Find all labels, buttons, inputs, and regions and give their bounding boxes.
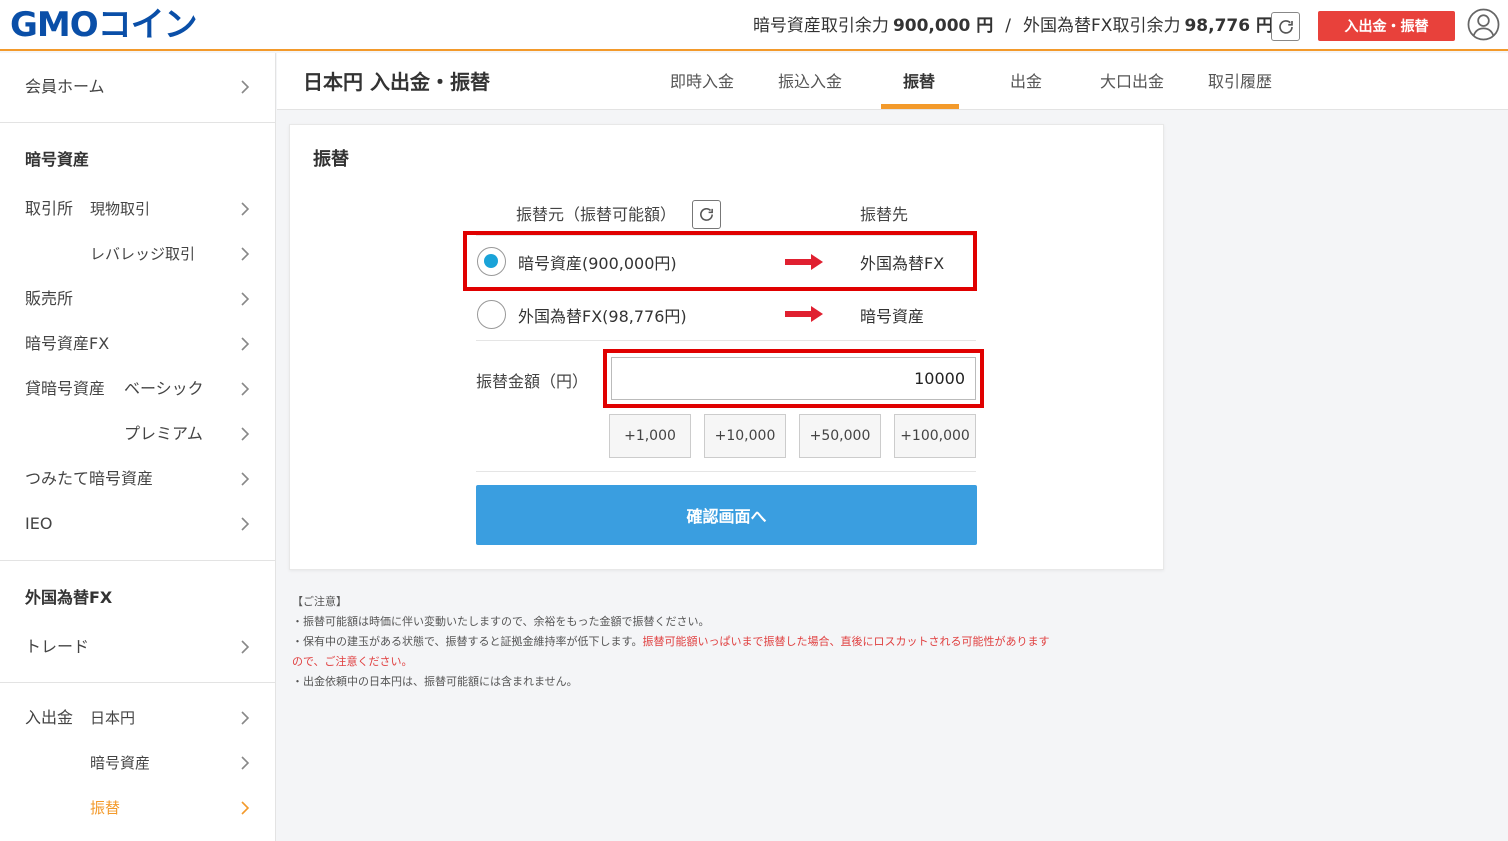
- radio-fx-to-crypto[interactable]: [477, 300, 506, 329]
- sidebar-item-ieo[interactable]: IEO: [0, 504, 276, 544]
- option-dest-crypto: 暗号資産: [860, 307, 925, 326]
- tab-instant-deposit[interactable]: 即時入金: [670, 68, 734, 110]
- source-header: 振替元（振替可能額）: [516, 205, 677, 224]
- sidebar-item-sublabel: ベーシック: [124, 379, 204, 398]
- chevron-right-icon: [240, 189, 254, 229]
- sidebar-item-transfer[interactable]: 振替: [0, 788, 276, 828]
- chevron-right-icon: [240, 788, 254, 828]
- sidebar-item-label: 会員ホーム: [25, 77, 105, 96]
- page-title: 日本円 入出金・振替: [303, 70, 490, 94]
- arrow-right-icon: [785, 306, 823, 322]
- add-1000-button[interactable]: +1,000: [609, 414, 691, 458]
- sidebar-item-dealer[interactable]: 販売所: [0, 279, 276, 319]
- chevron-right-icon: [240, 67, 254, 107]
- sidebar-item-label: 販売所: [25, 289, 74, 308]
- sidebar-item-sublabel: 振替: [90, 799, 121, 817]
- sidebar-heading-fx: 外国為替FX: [25, 588, 113, 607]
- chevron-right-icon: [240, 459, 254, 499]
- sidebar-item-label: 取引所: [25, 199, 74, 218]
- sidebar-item-lending-premium[interactable]: プレミアム: [0, 414, 276, 454]
- sidebar-item-home[interactable]: 会員ホーム: [0, 67, 276, 107]
- sidebar-item-tsumitate[interactable]: つみたて暗号資産: [0, 459, 276, 499]
- sidebar-item-sublabel: 日本円: [90, 709, 136, 727]
- balance-summary: 暗号資産取引余力 900,000 円 / 外国為替FX取引余力 98,776 円: [753, 14, 1273, 38]
- deposit-transfer-button[interactable]: 入出金・振替: [1318, 11, 1455, 41]
- balance-refresh-button[interactable]: [1271, 12, 1300, 41]
- row-divider: [476, 471, 976, 472]
- note-warning-text: 振替可能額いっぱいまで振替した場合、直後にロスカットされる可能性があります: [642, 635, 1050, 648]
- sidebar-item-sublabel: 暗号資産: [90, 754, 151, 772]
- tab-withdraw[interactable]: 出金: [1010, 68, 1042, 110]
- sidebar-item-exchange-spot[interactable]: 取引所 現物取引: [0, 189, 276, 229]
- add-50000-button[interactable]: +50,000: [799, 414, 881, 458]
- sidebar-item-label: トレード: [25, 637, 90, 656]
- sidebar-item-label: つみたて暗号資産: [25, 469, 154, 488]
- sidebar-item-label: 暗号資産FX: [25, 334, 110, 353]
- sidebar-item-trade[interactable]: トレード: [0, 627, 276, 667]
- sidebar-item-sublabel: 現物取引: [90, 200, 151, 218]
- card-title: 振替: [313, 149, 349, 170]
- sidebar-divider: [0, 682, 276, 683]
- page-title-bar: 日本円 入出金・振替 即時入金 振込入金 振替 出金 大口出金 取引履歴: [277, 53, 1508, 110]
- sidebar-item-leverage[interactable]: レバレッジ取引: [0, 234, 276, 274]
- option-label-fx[interactable]: 外国為替FX(98,776円): [518, 303, 687, 327]
- highlight-box-option: [463, 231, 977, 291]
- chevron-right-icon: [240, 504, 254, 544]
- available-refresh-button[interactable]: [692, 200, 721, 229]
- add-10000-button[interactable]: +10,000: [704, 414, 786, 458]
- dest-header: 振替先: [860, 205, 909, 224]
- chevron-right-icon: [240, 324, 254, 364]
- sidebar-item-deposit-crypto[interactable]: 暗号資産: [0, 743, 276, 783]
- chevron-right-icon: [240, 414, 254, 454]
- gmo-coin-logo[interactable]: GMOコイン: [10, 6, 198, 44]
- sidebar-item-lending-basic[interactable]: 貸暗号資産 ベーシック: [0, 369, 276, 409]
- notes-section: 【ご注意】 ・振替可能額は時価に伴い変動いたしますので、余裕をもった金額で振替く…: [292, 592, 1162, 692]
- tab-large-withdraw[interactable]: 大口出金: [1100, 68, 1164, 110]
- account-icon[interactable]: [1467, 8, 1500, 41]
- sidebar-item-label: 入出金: [25, 708, 74, 727]
- sidebar-divider: [0, 560, 276, 561]
- sidebar-item-deposit-jpy[interactable]: 入出金 日本円: [0, 698, 276, 738]
- note-text: ・保有中の建玉がある状態で、振替すると証拠金維持率が低下します。: [292, 635, 643, 648]
- active-tab-indicator: [881, 104, 959, 109]
- notes-heading: 【ご注意】: [292, 595, 347, 608]
- chevron-right-icon: [240, 234, 254, 274]
- crypto-balance-value: 900,000 円: [892, 16, 994, 36]
- fx-balance-value: 98,776 円: [1184, 16, 1273, 36]
- sidebar-heading-crypto: 暗号資産: [25, 150, 90, 169]
- refresh-icon: [1278, 19, 1293, 34]
- tab-history[interactable]: 取引履歴: [1208, 68, 1272, 110]
- chevron-right-icon: [240, 279, 254, 319]
- amount-label: 振替金額（円）: [476, 372, 589, 391]
- chevron-right-icon: [240, 743, 254, 783]
- refresh-icon: [700, 208, 713, 221]
- note-line: ・振替可能額は時価に伴い変動いたしますので、余裕をもった金額で振替ください。: [292, 615, 710, 628]
- sidebar-item-sublabel: プレミアム: [124, 424, 203, 443]
- sidebar-item-crypto-fx[interactable]: 暗号資産FX: [0, 324, 276, 364]
- note-line: ・保有中の建玉がある状態で、振替すると証拠金維持率が低下します。振替可能額いっぱ…: [292, 632, 1162, 652]
- fx-balance-label: 外国為替FX取引余力: [1023, 16, 1181, 36]
- highlight-box-amount: [603, 349, 984, 408]
- sidebar-item-label: IEO: [25, 514, 53, 533]
- sidebar: 会員ホーム 暗号資産 取引所 現物取引 レバレッジ取引 販売所 暗号資産FX 貸…: [0, 53, 276, 841]
- sidebar-item-label: 貸暗号資産: [25, 379, 106, 398]
- top-header: GMOコイン 暗号資産取引余力 900,000 円 / 外国為替FX取引余力 98,77…: [0, 0, 1508, 51]
- chevron-right-icon: [240, 369, 254, 409]
- add-100000-button[interactable]: +100,000: [894, 414, 976, 458]
- sidebar-item-sublabel: レバレッジ取引: [90, 245, 196, 263]
- note-line: ・出金依頼中の日本円は、振替可能額には含まれません。: [292, 675, 578, 688]
- chevron-right-icon: [240, 627, 254, 667]
- row-divider: [476, 340, 976, 341]
- confirm-button[interactable]: 確認画面へ: [476, 485, 977, 545]
- crypto-balance-label: 暗号資産取引余力: [752, 16, 889, 36]
- sidebar-divider: [0, 122, 276, 123]
- chevron-right-icon: [240, 698, 254, 738]
- tab-bank-deposit[interactable]: 振込入金: [778, 68, 842, 110]
- balance-separator: /: [1005, 16, 1012, 36]
- note-warning-text: ので、ご注意ください。: [292, 655, 413, 668]
